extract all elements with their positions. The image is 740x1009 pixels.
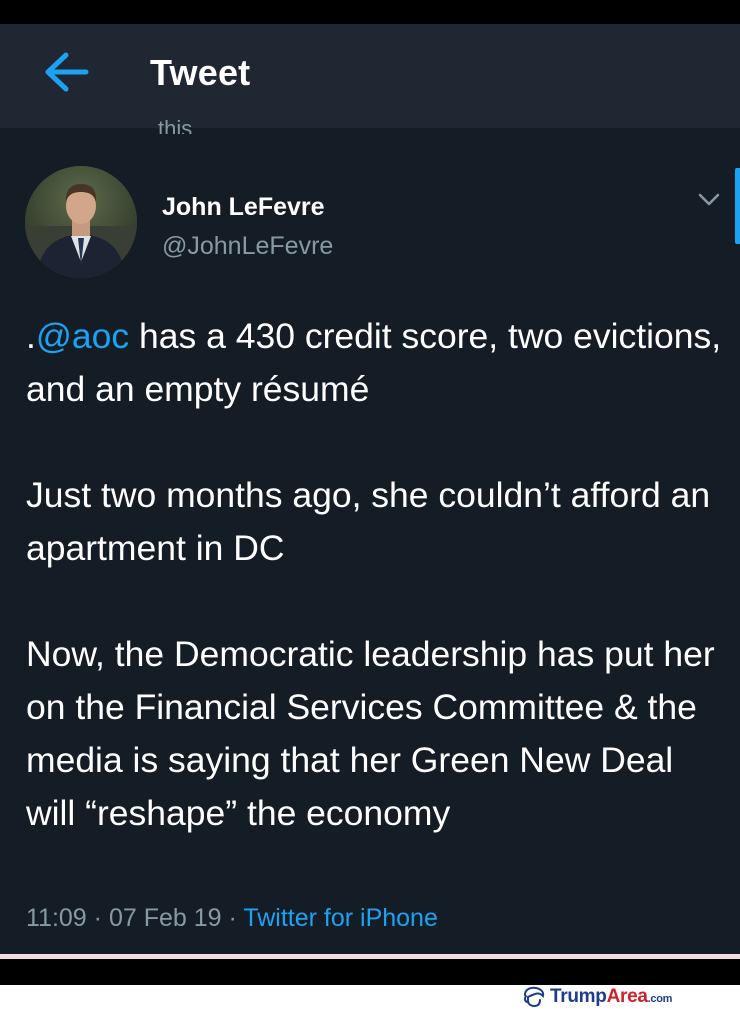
page-title: Tweet <box>150 52 251 93</box>
author-photo <box>25 166 137 278</box>
tweet-detail-screen: Tweet this John LeFevre @JohnLeFevre .@a… <box>0 24 740 954</box>
arrow-left-icon <box>45 52 89 92</box>
tweet-timestamp: 11:09 · 07 Feb 19 · Twitter for iPhone <box>26 904 438 932</box>
mention-link[interactable]: @aoc <box>36 316 129 356</box>
app-header: Tweet <box>0 24 740 128</box>
back-button[interactable] <box>40 52 92 92</box>
tweet-paragraph: Just two months ago, she couldn’t afford… <box>26 475 711 568</box>
tweet-text: .@aoc has a 430 credit score, two evicti… <box>26 310 731 840</box>
watermark: TrumpArea.com <box>522 985 740 1009</box>
tweet-paragraph: Now, the Democratic leadership has put h… <box>26 634 715 833</box>
tweet-date: 07 Feb 19 <box>108 904 222 932</box>
chevron-down-icon <box>698 193 720 206</box>
scroll-indicator <box>735 168 740 244</box>
tweet-time: 11:09 <box>26 904 87 932</box>
tweet-options-button[interactable] <box>697 192 721 208</box>
watermark-text: TrumpArea.com <box>550 986 673 1007</box>
clipped-previous-text: this <box>158 116 193 135</box>
hair-logo-icon <box>523 986 545 1008</box>
tweet-source-link[interactable]: Twitter for iPhone <box>243 904 438 932</box>
top-black-bar <box>0 0 740 24</box>
author-handle[interactable]: @JohnLeFevre <box>162 232 333 261</box>
bottom-black-bar <box>0 959 740 985</box>
avatar[interactable] <box>25 166 137 278</box>
author-display-name[interactable]: John LeFevre <box>162 193 325 222</box>
tweet-paragraph: .@aoc has a 430 credit score, two evicti… <box>26 316 722 409</box>
